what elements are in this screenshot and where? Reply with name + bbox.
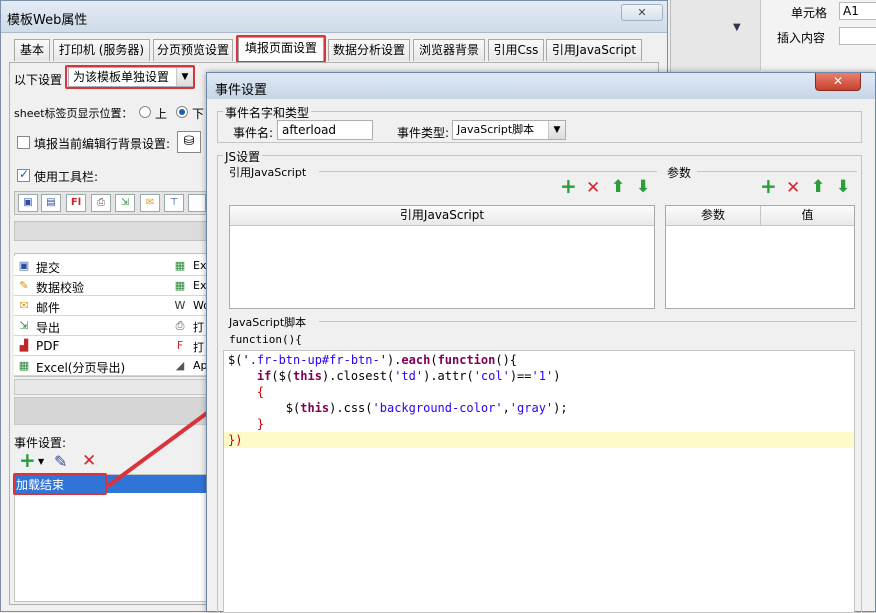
param-column-header[interactable]: 参数 [666,206,760,226]
code-token: ).attr( [423,369,474,383]
arrow-down-icon[interactable]: ⬇ [836,179,850,196]
code-token: this [293,369,322,383]
code-token: '1' [531,369,554,383]
name-type-group-title: 事件名字和类型 [223,104,312,121]
code-token: each [401,353,431,367]
ref-js-column-header[interactable]: 引用JavaScript [230,206,654,226]
arrow-shaft [106,400,224,488]
code-token: ).closest( [321,369,395,383]
code-token: if [256,369,272,383]
js-settings-group-title: JS设置 [223,148,263,165]
code-token: ) [553,369,561,383]
code-token: ); [553,401,568,415]
code-token: $(' [228,353,250,367]
code-token: 'gray' [509,401,554,415]
function-prefix: function(){ [229,333,302,346]
script-label: JavaScript脚本 [229,316,307,329]
add-icon[interactable]: + [560,176,577,196]
event-name-input[interactable]: afterload [277,120,373,140]
code-token: } [256,417,265,431]
params-table[interactable]: 参数 值 [665,205,855,309]
code-line[interactable]: if($(this).closest('td').attr('col')=='1… [228,368,561,384]
code-line[interactable]: $(this).css('background-color','gray'); [228,400,568,416]
delete-icon[interactable]: ✕ [786,180,800,197]
arrow-up-icon[interactable]: ⬆ [611,179,625,196]
dialog-titlebar: 事件设置 ✕ [207,73,875,99]
code-line[interactable]: $('.fr-btn-up#fr-btn-').each(function(){ [228,352,517,368]
dialog-title: 事件设置 [215,83,268,98]
code-line[interactable]: }) [224,432,854,448]
code-line[interactable]: { [228,384,264,400]
event-name-label: 事件名: [233,126,274,140]
ref-js-table[interactable]: 引用JavaScript [229,205,655,309]
separator [319,171,657,172]
code-token: (){ [495,353,518,367]
code-token: function [437,353,496,367]
event-type-select[interactable]: JavaScript脚本 ▼ [452,120,566,140]
separator [319,321,857,322]
add-icon[interactable]: + [760,176,777,196]
event-type-label: 事件类型: [397,126,450,140]
chevron-down-icon[interactable]: ▼ [548,121,565,139]
code-token: 'background-color' [372,401,503,415]
code-token: .fr-btn-up#fr-btn- [249,353,380,367]
event-type-value: JavaScript脚本 [457,123,535,136]
code-line[interactable]: } [228,416,264,432]
code-token: this [300,401,330,415]
close-icon[interactable]: ✕ [815,73,861,91]
separator [697,171,857,172]
code-token: ($( [271,369,294,383]
code-token: 'td' [394,369,424,383]
code-token: ).css( [329,401,373,415]
value-column-header[interactable]: 值 [760,206,854,226]
code-token: }) [228,433,243,447]
params-label: 参数 [667,166,692,180]
event-settings-dialog: 事件设置 ✕ 事件名字和类型 事件名: afterload 事件类型: Java… [206,72,876,613]
code-token: '). [379,353,402,367]
delete-icon[interactable]: ✕ [586,180,600,197]
code-token: { [256,385,265,399]
code-token: , [502,401,510,415]
arrow-down-icon[interactable]: ⬇ [636,179,650,196]
ref-js-label: 引用JavaScript [229,166,307,179]
code-token: $( [228,401,301,415]
script-editor[interactable]: $('.fr-btn-up#fr-btn-').each(function(){… [223,350,855,613]
code-token: )== [509,369,532,383]
code-token: ( [430,353,438,367]
arrow-up-icon[interactable]: ⬆ [811,179,825,196]
code-token: 'col' [473,369,510,383]
